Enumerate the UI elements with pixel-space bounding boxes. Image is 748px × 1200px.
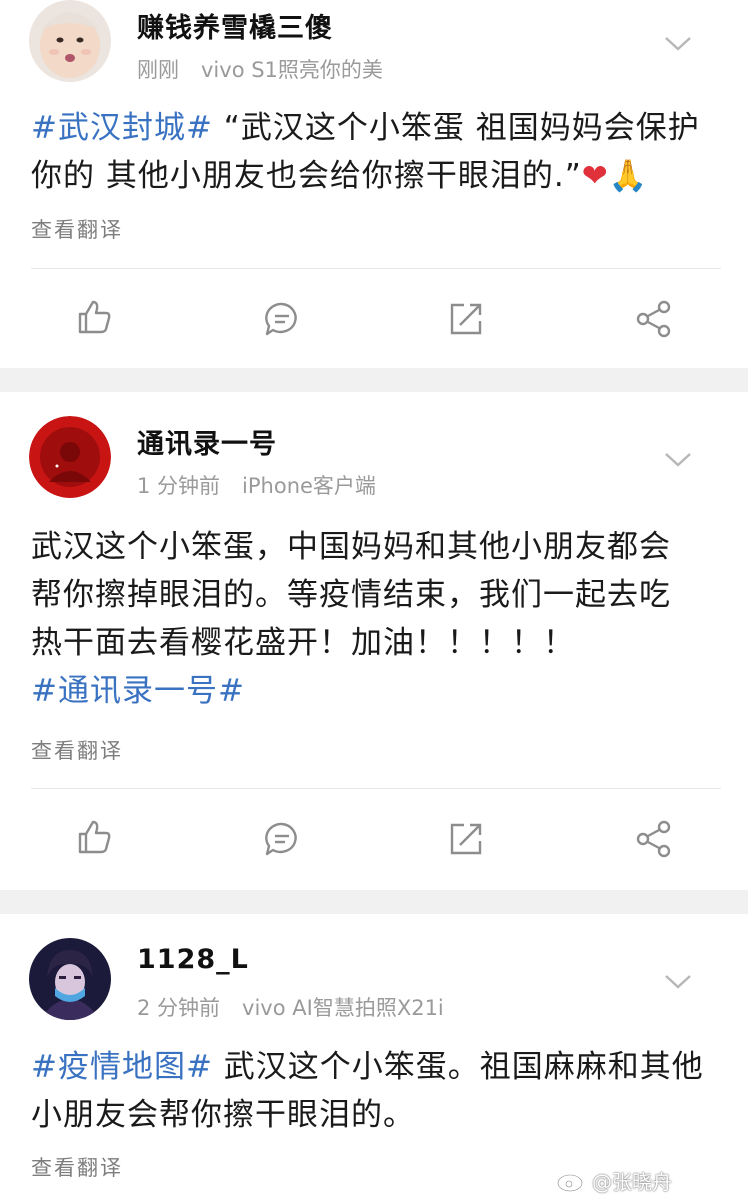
post-text-line: 武汉这个小笨蛋。祖国麻麻和其他 bbox=[212, 1049, 704, 1085]
hashtag-link[interactable]: #疫情地图# bbox=[31, 1049, 213, 1085]
post-device[interactable]: vivo AI智慧拍照X21i bbox=[242, 996, 444, 1020]
watermark: @张晓舟 bbox=[592, 1170, 672, 1194]
avatar[interactable] bbox=[29, 416, 111, 498]
thumbs-up-icon[interactable] bbox=[74, 297, 114, 337]
post-card: 通讯录一号 1 分钟前 iPhone客户端 武汉这个小笨蛋，中国妈妈和其他小朋友都… bbox=[0, 392, 748, 890]
post-device[interactable]: vivo S1照亮你的美 bbox=[201, 58, 383, 82]
repost-icon[interactable] bbox=[446, 819, 486, 859]
thumbs-up-icon[interactable] bbox=[74, 817, 114, 857]
post-separator bbox=[0, 368, 748, 392]
chevron-down-icon[interactable] bbox=[662, 32, 694, 54]
post-text: #疫情地图# 武汉这个小笨蛋。祖国麻麻和其他 小朋友会帮你擦干眼泪的。 bbox=[31, 1043, 721, 1139]
chevron-down-icon[interactable] bbox=[662, 448, 694, 470]
post-card: 赚钱养雪橇三傻 刚刚 vivo S1照亮你的美 #武汉封城# “武汉这个小笨蛋 祖… bbox=[0, 0, 748, 368]
username[interactable]: 1128_L bbox=[137, 944, 249, 975]
translate-link[interactable]: 查看翻译 bbox=[31, 1152, 123, 1182]
share-icon[interactable] bbox=[634, 819, 674, 859]
post-meta: 1 分钟前 iPhone客户端 bbox=[137, 470, 376, 500]
post-text: #武汉封城# “武汉这个小笨蛋 祖国妈妈会保护 你的 其他小朋友也会给你擦干眼泪… bbox=[31, 104, 721, 200]
avatar[interactable] bbox=[29, 0, 111, 82]
hashtag-link[interactable]: #通讯录一号# bbox=[31, 667, 721, 715]
post-text-line: 你的 其他小朋友也会给你擦干眼泪的.” bbox=[31, 158, 582, 194]
repost-icon[interactable] bbox=[446, 299, 486, 339]
divider bbox=[31, 268, 721, 269]
chevron-down-icon[interactable] bbox=[662, 970, 694, 992]
hashtag-link[interactable]: #武汉封城# bbox=[31, 110, 213, 146]
post-time: 刚刚 bbox=[137, 58, 179, 82]
post-text-line: 热干面去看樱花盛开！加油！！！！！ bbox=[31, 625, 575, 661]
username[interactable]: 赚钱养雪橇三傻 bbox=[137, 6, 333, 45]
post-time: 1 分钟前 bbox=[137, 474, 221, 498]
post-device[interactable]: iPhone客户端 bbox=[242, 474, 376, 498]
post-meta: 2 分钟前 vivo AI智慧拍照X21i bbox=[137, 992, 444, 1022]
translate-link[interactable]: 查看翻译 bbox=[31, 214, 123, 244]
username[interactable]: 通讯录一号 bbox=[137, 422, 277, 461]
weibo-logo-icon bbox=[557, 1172, 588, 1192]
post-card: 1128_L 2 分钟前 vivo AI智慧拍照X21i #疫情地图# 武汉这个小… bbox=[0, 914, 748, 1200]
post-text-line: 武汉这个小笨蛋，中国妈妈和其他小朋友都会 bbox=[31, 529, 671, 565]
comment-icon[interactable] bbox=[262, 299, 302, 339]
emoji: ❤🙏 bbox=[581, 158, 649, 194]
post-text-line: 小朋友会帮你擦干眼泪的。 bbox=[31, 1097, 415, 1133]
post-text-line: “武汉这个小笨蛋 祖国妈妈会保护 bbox=[212, 110, 700, 146]
post-text: 武汉这个小笨蛋，中国妈妈和其他小朋友都会 帮你擦掉眼泪的。等疫情结束，我们一起去… bbox=[31, 523, 721, 715]
share-icon[interactable] bbox=[634, 299, 674, 339]
divider bbox=[31, 788, 721, 789]
translate-link[interactable]: 查看翻译 bbox=[31, 735, 123, 765]
post-text-line: 帮你擦掉眼泪的。等疫情结束，我们一起去吃 bbox=[31, 577, 671, 613]
avatar[interactable] bbox=[29, 938, 111, 1020]
post-meta: 刚刚 vivo S1照亮你的美 bbox=[137, 54, 383, 84]
comment-icon[interactable] bbox=[262, 819, 302, 859]
post-time: 2 分钟前 bbox=[137, 996, 221, 1020]
post-separator bbox=[0, 890, 748, 914]
